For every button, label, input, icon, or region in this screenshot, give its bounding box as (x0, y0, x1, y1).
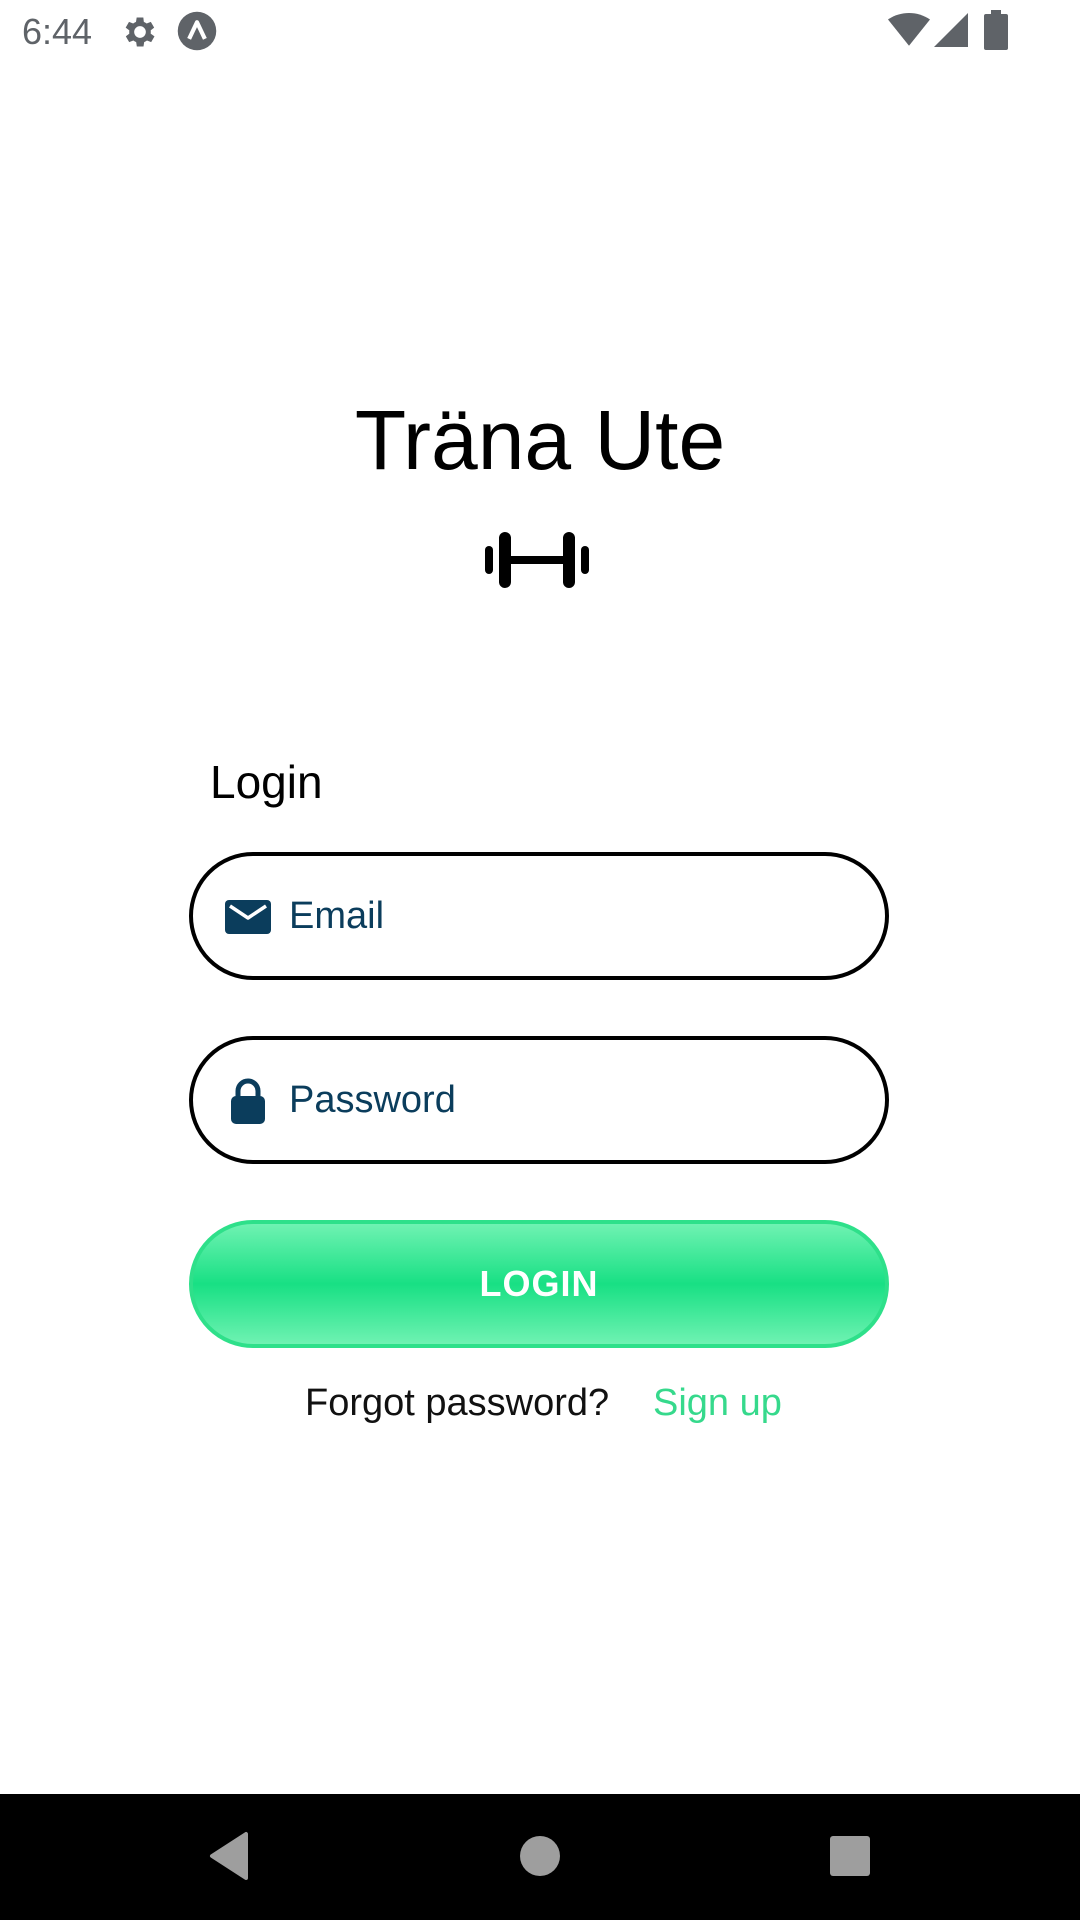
app-notification-icon (177, 11, 217, 51)
status-time: 6:44 (22, 11, 93, 52)
email-input[interactable] (289, 878, 849, 954)
status-bar: 6:44 (0, 0, 1080, 64)
auth-links: Forgot password? Sign up (0, 1378, 1080, 1428)
email-field[interactable] (189, 852, 889, 980)
back-icon[interactable] (200, 1824, 264, 1888)
gear-icon (125, 17, 155, 47)
login-screen: 6:44 Träna Ute Login Email LOGIN Forgot … (0, 0, 1080, 1920)
home-icon[interactable] (508, 1824, 572, 1888)
password-field[interactable] (189, 1036, 889, 1164)
login-heading: Login (210, 756, 323, 808)
mail-icon (225, 900, 271, 934)
app-title: Träna Ute (354, 393, 726, 487)
navigation-bar (0, 1794, 1080, 1920)
cellular-signal-icon (934, 13, 968, 47)
login-button[interactable]: LOGIN (189, 1220, 889, 1348)
recents-icon[interactable] (818, 1824, 882, 1888)
dumbbell-icon (485, 532, 589, 588)
battery-icon (984, 10, 1008, 50)
wifi-icon (888, 12, 930, 46)
sign-up-link[interactable]: Sign up (653, 1378, 782, 1428)
password-input[interactable] (289, 1062, 849, 1138)
lock-icon (231, 1078, 265, 1124)
forgot-password-link[interactable]: Forgot password? (305, 1378, 609, 1428)
